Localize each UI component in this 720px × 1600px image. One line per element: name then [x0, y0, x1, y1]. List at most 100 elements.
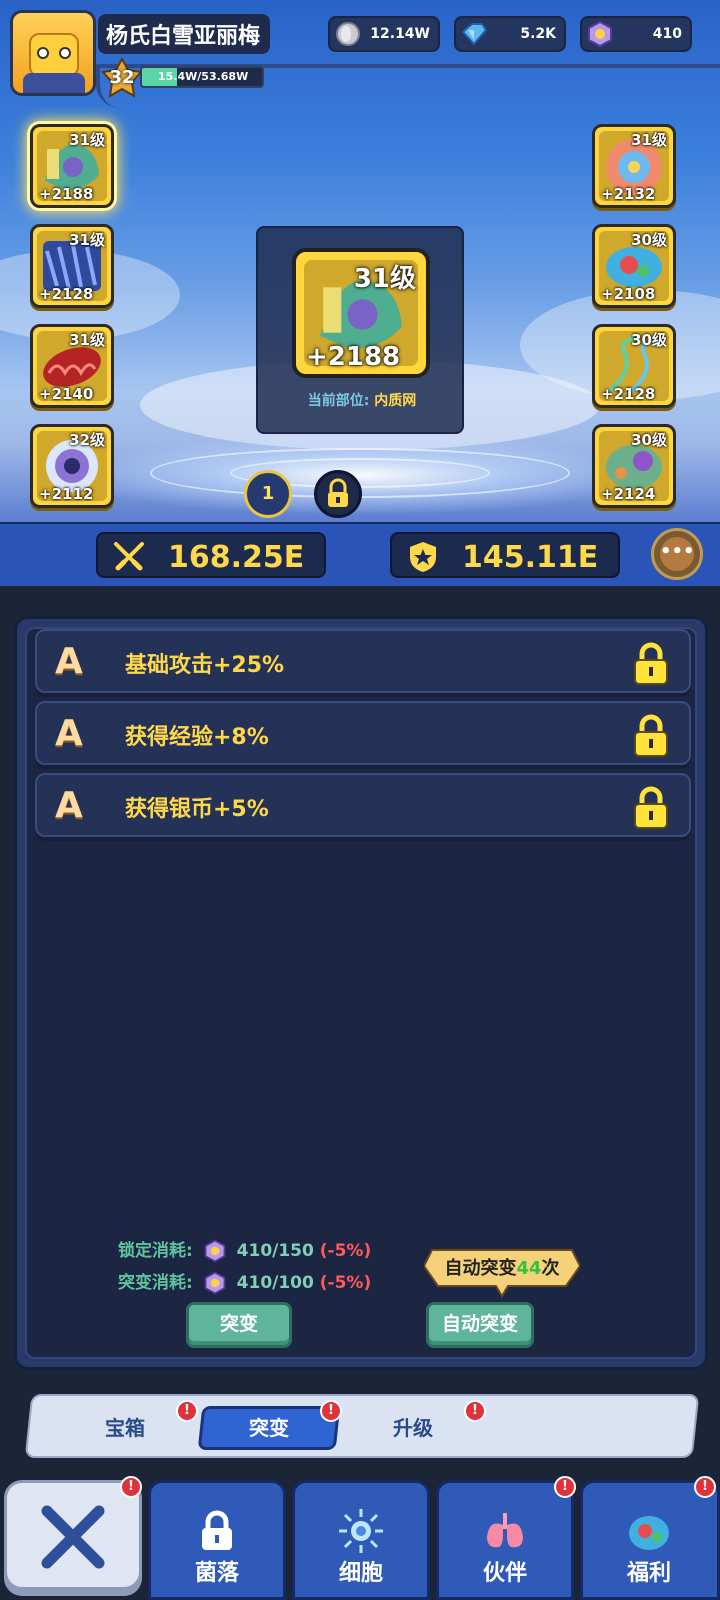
- organelle-slot-left-3[interactable]: 31级 +2140: [30, 324, 114, 408]
- attribute-grade: A: [55, 713, 83, 754]
- slot-level: 30级: [631, 231, 667, 249]
- slot-level: 30级: [631, 431, 667, 449]
- crossed-swords-icon: [114, 542, 144, 571]
- attribute-row[interactable]: A 获得银币+5%: [35, 773, 691, 837]
- silver-counter[interactable]: 12.14W: [328, 16, 440, 52]
- tip-prefix: 自动突变: [444, 1258, 517, 1279]
- more-button[interactable]: •••: [651, 528, 703, 580]
- auto-mutate-tip-text: 自动突变44次: [424, 1254, 580, 1280]
- nav-partner[interactable]: 伙伴: [436, 1480, 574, 1600]
- mutate-button[interactable]: 突变: [186, 1302, 292, 1348]
- tip-count: 44: [516, 1258, 542, 1279]
- lock-cost-label: 锁定消耗:: [118, 1241, 193, 1261]
- mutation-crystal-icon: [204, 1239, 226, 1263]
- organelle-slot-right-4[interactable]: 30级 +2124: [592, 424, 676, 508]
- mutate-cost-value: 410/100: [236, 1273, 314, 1293]
- shield-icon: [410, 542, 436, 572]
- lock-icon[interactable]: [631, 785, 671, 829]
- crystal-counter[interactable]: 410: [580, 16, 692, 52]
- slot-level: 31级: [69, 231, 105, 249]
- tab-mutate[interactable]: 突变: [197, 1406, 341, 1450]
- attribute-row[interactable]: A 基础攻击+25%: [35, 629, 691, 693]
- silver-coin-icon: [336, 22, 360, 46]
- level-badge: 32: [100, 58, 144, 98]
- organelle-slot-right-1[interactable]: 31级 +2132: [592, 124, 676, 208]
- close-icon: [41, 1505, 105, 1569]
- crystal-value: 410: [652, 26, 682, 42]
- exp-text: 15.4W/53.68W: [158, 70, 249, 83]
- defense-value: 145.11E: [462, 540, 599, 575]
- auto-mutate-button[interactable]: 自动突变: [426, 1302, 534, 1348]
- lock-icon: [202, 1510, 232, 1550]
- mutate-cost: 突变消耗: 410/100 (-5%): [118, 1268, 371, 1295]
- player-avatar[interactable]: [10, 10, 96, 96]
- nav-partner-badge: !: [554, 1476, 576, 1498]
- page-indicator[interactable]: 1: [244, 470, 292, 518]
- avatar-face: [29, 33, 79, 77]
- nav-partner-label: 伙伴: [482, 1561, 527, 1586]
- mutate-cost-label: 突变消耗:: [118, 1273, 193, 1293]
- attribute-text: 获得经验+8%: [125, 725, 269, 750]
- attribute-row[interactable]: A 获得经验+8%: [35, 701, 691, 765]
- lock-cost-value: 410/150: [236, 1241, 314, 1261]
- nav-welfare-label: 福利: [626, 1561, 671, 1586]
- attack-value: 168.25E: [168, 540, 305, 575]
- lungs-icon: [487, 1513, 523, 1548]
- chloroplast-gift-icon: [629, 1516, 669, 1550]
- organelle-slot-left-4[interactable]: 32级 +2112: [30, 424, 114, 508]
- lock-icon[interactable]: [631, 713, 671, 757]
- slot-level: 32级: [69, 431, 105, 449]
- slot-level: 30级: [631, 331, 667, 349]
- mutation-crystal-icon: [204, 1271, 226, 1295]
- player-name: 杨氏白雪亚丽梅: [98, 14, 270, 54]
- nav-colony-label: 菌落: [194, 1561, 239, 1586]
- current-part: 当前部位: 内质网: [258, 390, 466, 410]
- tip-suffix: 次: [541, 1258, 560, 1279]
- tab-upgrade[interactable]: 升级: [364, 1406, 462, 1450]
- close-button[interactable]: [4, 1480, 142, 1590]
- slot-power: +2112: [39, 485, 94, 503]
- nav-cell[interactable]: 细胞: [292, 1480, 430, 1600]
- selected-organelle-panel: 31级 +2188 当前部位: 内质网: [256, 226, 464, 434]
- tab-chest[interactable]: 宝箱: [76, 1406, 174, 1450]
- slot-level: 31级: [69, 131, 105, 149]
- locked-page-button[interactable]: [314, 470, 362, 518]
- nav-colony[interactable]: 菌落: [148, 1480, 286, 1600]
- nav-welfare[interactable]: 福利: [580, 1480, 720, 1600]
- organelle-slot-left-2[interactable]: 31级 +2128: [30, 224, 114, 308]
- selected-organelle[interactable]: 31级 +2188: [292, 248, 430, 378]
- slot-power: +2128: [601, 385, 656, 403]
- diamond-icon: [461, 23, 488, 46]
- auto-mutate-tooltip: 自动突变44次: [424, 1244, 580, 1298]
- slot-level: 31级: [631, 131, 667, 149]
- lock-cost: 锁定消耗: 410/150 (-5%): [118, 1236, 371, 1263]
- attribute-grade: A: [55, 641, 83, 682]
- lock-icon: [328, 478, 348, 507]
- mutate-cost-discount: (-5%): [319, 1273, 372, 1293]
- diamond-value: 5.2K: [520, 26, 556, 42]
- lock-icon[interactable]: [631, 641, 671, 685]
- slot-power: +2188: [39, 185, 94, 203]
- slot-power: +2140: [39, 385, 94, 403]
- player-level: 32: [109, 67, 135, 88]
- slot-power: +2108: [601, 285, 656, 303]
- diamond-counter[interactable]: 5.2K: [454, 16, 566, 52]
- attribute-grade: A: [55, 785, 83, 826]
- tab-upgrade-badge: !: [464, 1400, 486, 1422]
- organelle-slot-right-3[interactable]: 30级 +2128: [592, 324, 676, 408]
- mutation-crystal-icon: [588, 20, 612, 48]
- selected-level: 31级: [353, 264, 416, 294]
- slot-power: +2132: [601, 185, 656, 203]
- organelle-slot-left-1[interactable]: 31级 +2188: [30, 124, 114, 208]
- current-part-label: 当前部位:: [307, 393, 370, 409]
- close-badge: !: [120, 1476, 142, 1498]
- exp-bar: 15.4W/53.68W: [140, 66, 264, 88]
- nav-cell-label: 细胞: [338, 1561, 383, 1586]
- nav-welfare-badge: !: [694, 1476, 716, 1498]
- slot-power: +2124: [601, 485, 656, 503]
- avatar-body: [23, 73, 85, 93]
- organelle-slot-right-2[interactable]: 30级 +2108: [592, 224, 676, 308]
- attribute-text: 基础攻击+25%: [125, 653, 285, 678]
- slot-power: +2128: [39, 285, 94, 303]
- defense-stat: 145.11E: [390, 532, 620, 578]
